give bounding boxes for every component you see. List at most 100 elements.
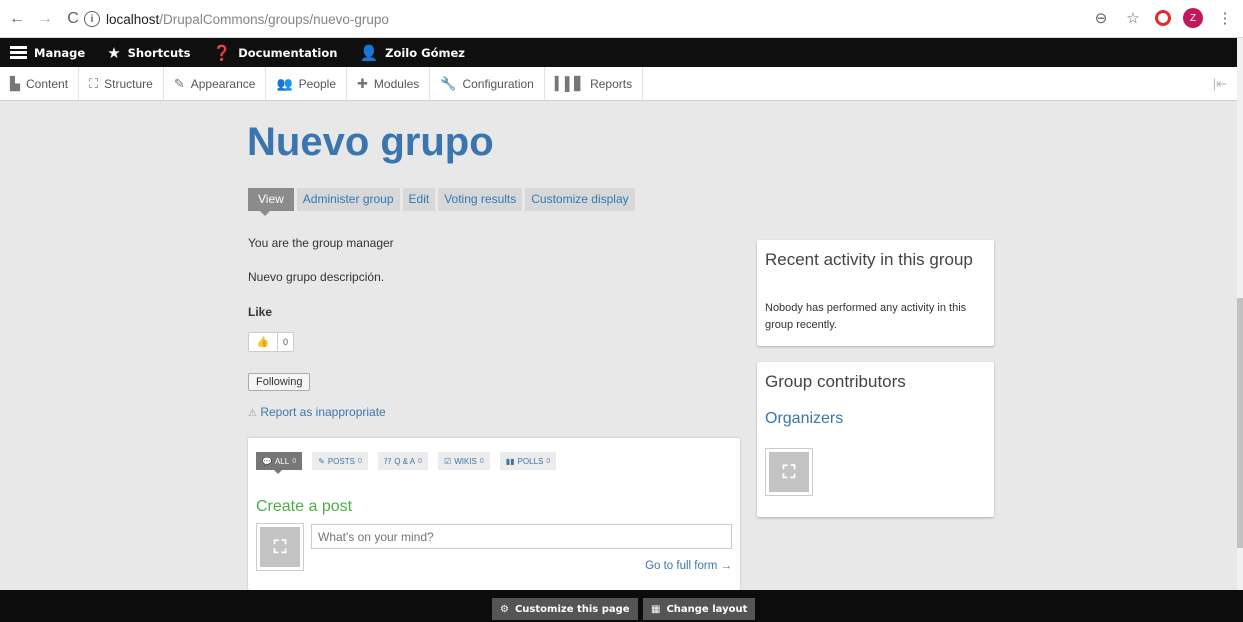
people-icon: 👥: [276, 75, 293, 91]
change-layout-label: Change layout: [666, 603, 748, 615]
wrench-icon: 🔧: [440, 75, 457, 91]
back-icon[interactable]: ←: [6, 8, 28, 30]
feed-tab-label: POLLS: [517, 456, 544, 466]
tray-item-structure[interactable]: ⛶ Structure: [79, 67, 164, 100]
tray-item-reports[interactable]: ▍▌▋ Reports: [545, 67, 644, 100]
like-button[interactable]: 👍 0: [248, 332, 295, 352]
menu-kebab-icon[interactable]: ⋮: [1215, 9, 1235, 27]
post-input[interactable]: [311, 524, 732, 549]
customize-page-button[interactable]: ⚙ Customize this page: [492, 598, 638, 620]
feed-tab-count: 0: [357, 457, 362, 465]
tray-item-people[interactable]: 👥 People: [266, 67, 348, 100]
opera-extension-icon[interactable]: [1155, 10, 1171, 26]
info-icon[interactable]: i: [84, 11, 100, 27]
tab-edit[interactable]: Edit: [402, 188, 436, 211]
page-scrollbar[interactable]: [1237, 38, 1243, 590]
tray-item-appearance[interactable]: ✎ Appearance: [164, 67, 267, 100]
feed-tab-polls[interactable]: ▮▮ POLLS 0: [499, 452, 557, 470]
following-button[interactable]: Following: [248, 373, 311, 391]
tab-administer-group[interactable]: Administer group: [296, 188, 400, 211]
toolbar-documentation[interactable]: ❓ Documentation: [203, 38, 350, 67]
feed-tab-count: 0: [292, 457, 297, 465]
report-link-label: Report as inappropriate: [260, 405, 386, 419]
tray-item-label: People: [298, 76, 337, 91]
tray-item-label: Reports: [590, 76, 633, 91]
tray-item-configuration[interactable]: 🔧 Configuration: [430, 67, 545, 100]
feed-tab-qa[interactable]: ⁇ Q & A0: [377, 452, 429, 470]
url-host: localhost: [106, 11, 160, 27]
group-description: Nuevo grupo descripción.: [248, 270, 385, 284]
zoom-icon[interactable]: ⊖: [1091, 9, 1111, 27]
bar-chart-icon: ▍▌▋: [554, 75, 585, 91]
feed-tab-count: 0: [479, 457, 484, 465]
tab-view[interactable]: View: [248, 188, 294, 216]
feed-tab-posts[interactable]: ✎ POSTS 0: [312, 452, 368, 470]
address-bar[interactable]: i localhost/DrupalCommons/groups/nuevo-g…: [84, 6, 1084, 32]
hamburger-icon: [10, 46, 27, 59]
toolbar-shortcuts-label: Shortcuts: [127, 45, 191, 60]
tray-item-label: Structure: [104, 76, 153, 91]
browser-actions: ⊖ ☆ Z ⋮: [1091, 8, 1235, 28]
star-icon: ★: [107, 43, 121, 62]
gear-icon: ⚙: [500, 603, 509, 615]
toolbar-manage[interactable]: Manage: [0, 38, 97, 67]
feed-tabs: 💬 ALL 0 ✎ POSTS 0 ⁇ Q & A0 ☑ WIKIS 0 ▮▮ POLLS 0: [256, 452, 557, 474]
tray-item-modules[interactable]: ✚ Modules: [347, 67, 431, 100]
activity-feed-card: 💬 ALL 0 ✎ POSTS 0 ⁇ Q & A0 ☑ WIKIS 0 ▮▮ POLLS 0 C…: [248, 438, 740, 590]
tab-voting-results[interactable]: Voting results: [438, 188, 523, 211]
tray-item-label: Content: [26, 76, 69, 91]
toolbar-manage-label: Manage: [34, 45, 86, 60]
group-manager-text: You are the group manager: [248, 236, 394, 250]
profile-avatar[interactable]: Z: [1183, 8, 1203, 28]
content-icon: ▙: [10, 75, 20, 91]
full-form-link[interactable]: Go to full form →: [645, 560, 732, 572]
edit-box-icon: ☑: [444, 456, 452, 466]
feed-tab-all[interactable]: 💬 ALL 0: [256, 452, 303, 474]
user-icon: 👤: [359, 43, 379, 62]
contributor-avatar[interactable]: ⛶: [765, 448, 813, 496]
group-contributors-title: Group contributors: [765, 372, 906, 391]
tray-item-label: Appearance: [190, 76, 256, 91]
toolbar-tray: ▙ Content ⛶ Structure ✎ Appearance 👥 People …: [0, 67, 1237, 101]
like-label: Like: [248, 305, 273, 319]
user-placeholder-icon: ⛶: [260, 527, 300, 567]
feed-tab-label: POSTS: [327, 456, 355, 466]
feed-tab-label: Q & A: [394, 456, 416, 466]
toolbar-user[interactable]: 👤 Zoilo Gómez: [349, 38, 477, 67]
toolbar-user-label: Zoilo Gómez: [385, 45, 465, 60]
collapse-tray-icon[interactable]: |⇤: [1203, 67, 1237, 100]
change-layout-button[interactable]: ▦ Change layout: [643, 598, 756, 620]
local-tabs: View Administer group Edit Voting result…: [248, 188, 635, 216]
structure-icon: ⛶: [89, 75, 99, 91]
feed-tab-count: 0: [546, 457, 551, 465]
feed-tab-count: 0: [418, 457, 423, 465]
forward-icon[interactable]: →: [34, 8, 56, 30]
layout-icon: ▦: [651, 603, 661, 615]
bookmark-star-icon[interactable]: ☆: [1123, 9, 1143, 27]
user-placeholder-icon: ⛶: [769, 452, 809, 492]
create-post-heading: Create a post: [256, 498, 353, 515]
qa-icon: ⁇: [383, 456, 392, 466]
feed-tab-label: WIKIS: [454, 456, 477, 466]
warning-icon: ⚠: [248, 408, 257, 419]
report-link[interactable]: ⚠ Report as inappropriate: [248, 405, 386, 419]
tab-customize-display[interactable]: Customize display: [525, 188, 635, 211]
tray-item-label: Configuration: [462, 76, 534, 91]
recent-activity-block: Recent activity in this group Nobody has…: [757, 240, 994, 346]
admin-toolbar: Manage ★ Shortcuts ❓ Documentation 👤 Zoi…: [0, 38, 1237, 67]
organizers-heading: Organizers: [765, 410, 844, 427]
tray-item-content[interactable]: ▙ Content: [0, 67, 80, 100]
tray-item-label: Modules: [373, 76, 420, 91]
group-contributors-block: Group contributors Organizers ⛶: [757, 362, 994, 517]
toolbar-documentation-label: Documentation: [238, 45, 338, 60]
url-path: /DrupalCommons/groups/nuevo-grupo: [159, 11, 389, 27]
panels-bottom-bar: ⚙ Customize this page ▦ Change layout: [0, 590, 1243, 622]
scrollbar-thumb[interactable]: [1237, 298, 1243, 548]
reload-icon[interactable]: C: [62, 8, 84, 30]
toolbar-shortcuts[interactable]: ★ Shortcuts: [97, 38, 202, 67]
poll-icon: ▮▮: [505, 456, 515, 466]
recent-activity-text: Nobody has performed any activity in thi…: [765, 302, 967, 331]
feed-tab-wikis[interactable]: ☑ WIKIS 0: [438, 452, 490, 470]
recent-activity-title: Recent activity in this group: [765, 250, 973, 269]
feed-tab-label: ALL: [274, 456, 290, 466]
